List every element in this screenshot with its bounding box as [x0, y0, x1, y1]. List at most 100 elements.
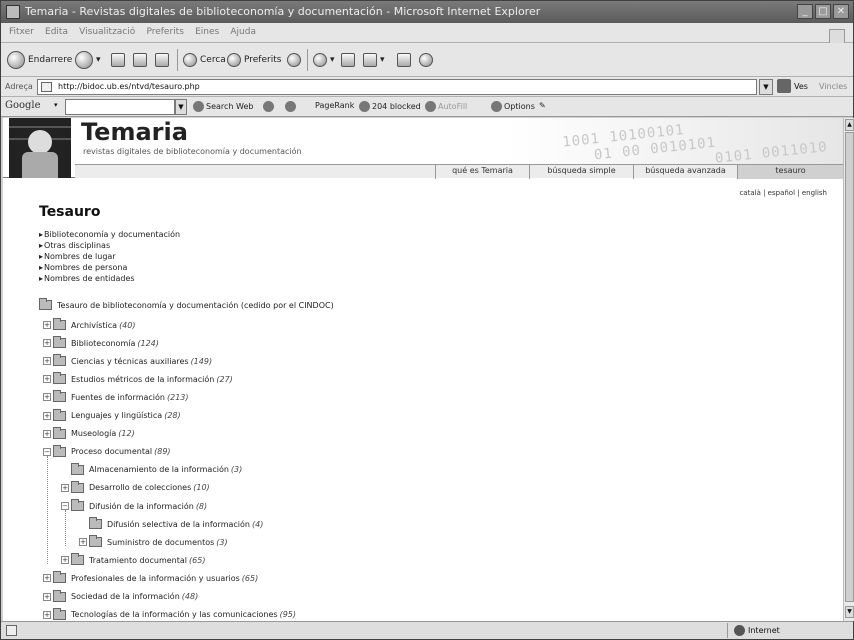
popup-blocker-button[interactable]: 204 blocked	[359, 101, 421, 112]
tree-node[interactable]: + Estudios métricos de la información (27)	[43, 372, 233, 385]
menu-help[interactable]: Ajuda	[230, 27, 256, 37]
tree-node[interactable]: + Tecnologías de la información y las com…	[43, 607, 296, 621]
scroll-down-icon[interactable]: ▼	[845, 606, 854, 618]
address-dropdown-icon[interactable]: ▼	[759, 79, 773, 95]
tree-node[interactable]: + Profesionales de la información y usuar…	[43, 571, 258, 584]
close-button[interactable]: ✕	[833, 4, 849, 19]
menu-file[interactable]: Fitxer	[9, 27, 34, 37]
nav-busqueda-simple[interactable]: búsqueda simple	[529, 165, 633, 179]
discuss-button[interactable]	[397, 49, 411, 71]
expand-icon[interactable]: +	[43, 429, 51, 438]
tree-node[interactable]: + Museología (12)	[43, 426, 135, 440]
tree-node[interactable]: + Fuentes de información (213)	[43, 390, 189, 403]
menu-tools[interactable]: Eines	[195, 27, 219, 37]
category-link[interactable]: Otras disciplinas	[39, 240, 180, 251]
menu-edit[interactable]: Edita	[45, 27, 68, 37]
tree-node-count: (213)	[166, 392, 189, 402]
tree-node-count: (10)	[193, 483, 210, 493]
category-link[interactable]: Nombres de persona	[39, 262, 180, 273]
tree-node[interactable]: + Biblioteconomía (124)	[43, 336, 159, 349]
category-link[interactable]: Biblioteconomía y documentación	[39, 229, 180, 240]
autofill-button[interactable]: AutoFill	[425, 101, 467, 112]
highlight-button[interactable]: ✎	[539, 101, 546, 110]
google-dropdown-icon[interactable]: ▾	[54, 101, 58, 109]
tree-node[interactable]: + Ciencias y técnicas auxiliares (149)	[43, 354, 212, 367]
tree-root[interactable]: Tesauro de biblioteconomía y documentaci…	[39, 298, 334, 311]
expand-icon[interactable]: +	[43, 339, 51, 348]
tree-node[interactable]: + Tratamiento documental (65)	[61, 553, 205, 566]
go-label: Ves	[794, 81, 808, 91]
open-folder-icon	[71, 499, 84, 511]
expand-icon[interactable]: +	[43, 574, 51, 583]
expand-icon[interactable]: +	[43, 393, 51, 402]
mail-button[interactable]: ▾	[313, 49, 335, 71]
folder-icon	[53, 408, 66, 421]
standard-toolbar: Endarrere ▾ ▾ Cerca Preferits ▾ ▾	[1, 43, 853, 77]
history-button[interactable]	[287, 49, 301, 71]
expand-icon[interactable]: +	[79, 538, 87, 547]
category-link[interactable]: Nombres de lugar	[39, 251, 180, 262]
expand-icon[interactable]: +	[43, 610, 51, 619]
expand-icon[interactable]: +	[43, 411, 51, 420]
google-logo[interactable]: Google	[5, 100, 41, 111]
expand-icon[interactable]: +	[61, 556, 69, 565]
tree-node[interactable]: + Lenguajes y lingüística (28)	[43, 408, 181, 422]
expand-icon[interactable]: +	[43, 592, 51, 601]
maximize-button[interactable]: □	[815, 4, 831, 19]
tree-node[interactable]: − Proceso documental (89)	[43, 444, 171, 458]
google-search-dropdown-icon[interactable]: ▼	[175, 99, 187, 115]
print-button[interactable]	[341, 49, 355, 71]
stop-button[interactable]	[111, 49, 125, 71]
messenger-button[interactable]	[419, 49, 433, 71]
forward-button[interactable]: ▾	[75, 49, 101, 71]
category-link[interactable]: Nombres de entidades	[39, 273, 180, 284]
language-links[interactable]: català | español | english	[739, 189, 827, 197]
search-web-button[interactable]: Search Web	[193, 101, 253, 112]
go-button[interactable]: Ves	[777, 79, 808, 93]
minimize-button[interactable]: _	[797, 4, 813, 19]
collapse-icon[interactable]: −	[43, 447, 51, 456]
pagerank-indicator[interactable]: PageRank	[315, 101, 354, 110]
expand-icon[interactable]: +	[43, 357, 51, 366]
favorites-button[interactable]: Preferits	[227, 49, 281, 71]
title-bar: Temaria - Revistas digitales de bibliote…	[1, 1, 853, 23]
tree-node[interactable]: + Sociedad de la información (48)	[43, 589, 198, 603]
links-button[interactable]: Vincles	[819, 82, 847, 91]
news-button[interactable]	[285, 101, 296, 112]
tree-node[interactable]: Almacenamiento de la información (3)	[61, 462, 242, 476]
tree-node[interactable]: Difusión selectiva de la información (4)	[79, 517, 263, 530]
folder-icon	[53, 607, 66, 620]
google-search-input[interactable]	[65, 99, 175, 115]
nav-tesauro[interactable]: tesauro	[737, 165, 843, 179]
back-button[interactable]: Endarrere ▾	[7, 49, 80, 71]
forward-dropdown-icon[interactable]: ▾	[96, 55, 101, 65]
search-button[interactable]: Cerca	[183, 49, 226, 71]
menu-view[interactable]: Visualització	[79, 27, 135, 37]
tree-node[interactable]: + Desarrollo de colecciones (10)	[61, 480, 210, 494]
nav-busqueda-avanzada[interactable]: búsqueda avanzada	[633, 165, 737, 179]
home-button[interactable]	[155, 49, 169, 71]
tree-node[interactable]: + Archivística (40)	[43, 318, 135, 331]
globe-icon	[734, 625, 745, 636]
temaria-logo[interactable]	[9, 118, 71, 178]
expand-icon[interactable]: +	[43, 375, 51, 384]
edit-dropdown-icon[interactable]: ▾	[380, 55, 385, 65]
mail-dropdown-icon[interactable]: ▾	[330, 55, 335, 65]
scroll-up-icon[interactable]: ▲	[845, 119, 854, 131]
edit-button[interactable]: ▾	[363, 49, 385, 71]
menu-favorites[interactable]: Preferits	[146, 27, 183, 37]
expand-icon[interactable]: +	[43, 321, 51, 329]
tree-node[interactable]: − Difusión de la información (8)	[61, 499, 207, 512]
expand-icon[interactable]: +	[61, 483, 69, 492]
options-button[interactable]: Options	[491, 101, 535, 112]
options-icon	[491, 101, 502, 112]
options-label: Options	[504, 102, 535, 111]
refresh-button[interactable]	[133, 49, 147, 71]
scroll-thumb[interactable]	[845, 132, 854, 602]
address-input[interactable]: http://bidoc.ub.es/ntvd/tesauro.php	[37, 79, 757, 95]
search-site-button[interactable]	[263, 101, 274, 112]
nav-que-es-temaria[interactable]: qué es Temaria	[435, 165, 529, 179]
tree-node[interactable]: + Suministro de documentos (3)	[79, 535, 228, 548]
collapse-icon[interactable]: −	[61, 502, 69, 510]
vertical-scrollbar[interactable]: ▲ ▼	[843, 118, 854, 621]
